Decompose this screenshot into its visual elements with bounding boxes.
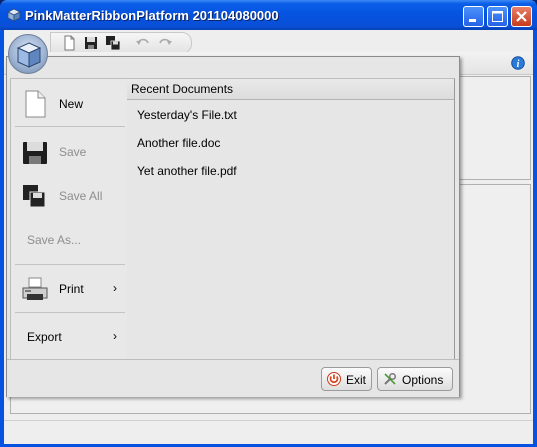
menu-item-label: Save As... (27, 233, 82, 247)
maximize-button[interactable] (487, 6, 508, 27)
ribbon-content-panel (454, 76, 531, 180)
window-title: PinkMatterRibbonPlatform 201104080000 (25, 8, 279, 23)
save-icon[interactable] (83, 35, 99, 51)
printer-icon (22, 277, 48, 300)
window-frame-right (533, 30, 537, 447)
menu-item-label: Print (59, 282, 84, 296)
exit-button[interactable]: Exit (321, 367, 372, 391)
quick-access-toolbar (50, 32, 192, 54)
maximize-icon (492, 11, 503, 22)
menu-item-save[interactable]: Save (11, 130, 127, 174)
close-icon (516, 11, 527, 22)
undo-icon[interactable] (135, 35, 151, 51)
menu-item-label: New (59, 97, 84, 111)
application-menu-footer: Exit Options (7, 359, 459, 397)
application-menu: New Save Save All Save As... Print › Exp… (6, 56, 460, 397)
recent-documents-title: Recent Documents (131, 82, 234, 96)
window-client-area: i New Save Save All Save As... Print › E… (4, 30, 533, 444)
app-cube-icon (7, 8, 21, 22)
menu-item-label: Save (59, 145, 87, 159)
options-button[interactable]: Options (377, 367, 453, 391)
options-button-label: Options (402, 373, 444, 387)
redo-icon[interactable] (157, 35, 173, 51)
menu-item-new[interactable]: New (11, 82, 127, 126)
recent-documents-header: Recent Documents (127, 79, 454, 100)
exit-button-label: Exit (346, 373, 367, 387)
save-icon (23, 142, 47, 164)
application-window: PinkMatterRibbonPlatform 201104080000 i (0, 0, 537, 447)
menu-item-save-as[interactable]: Save As... (11, 218, 127, 262)
new-document-icon[interactable] (61, 35, 77, 51)
power-icon (327, 372, 341, 386)
submenu-arrow-icon: › (113, 281, 117, 295)
menu-separator (15, 312, 125, 313)
menu-item-export[interactable]: Export › (11, 315, 127, 359)
application-menu-commands: New Save Save All Save As... Print › Exp… (10, 78, 128, 359)
menu-item-save-all[interactable]: Save All (11, 174, 127, 218)
recent-document-item[interactable]: Another file.doc (137, 136, 220, 150)
menu-item-print[interactable]: Print › (11, 267, 127, 311)
svg-text:i: i (517, 59, 520, 70)
title-bar[interactable]: PinkMatterRibbonPlatform 201104080000 (0, 0, 537, 30)
application-menu-button[interactable] (8, 34, 48, 74)
submenu-arrow-icon: › (113, 329, 117, 343)
status-bar (4, 420, 533, 444)
save-all-icon[interactable] (105, 35, 121, 51)
wrench-icon (384, 372, 397, 385)
minimize-button[interactable] (463, 6, 484, 27)
recent-documents-panel: Recent Documents Yesterday's File.txt An… (127, 78, 455, 359)
close-window-button[interactable] (511, 6, 532, 27)
new-document-icon (25, 90, 46, 118)
app-cube-icon (16, 42, 42, 68)
menu-separator (15, 264, 125, 265)
recent-document-item[interactable]: Yesterday's File.txt (137, 108, 237, 122)
minimize-icon (469, 19, 476, 22)
info-icon[interactable]: i (511, 56, 525, 70)
recent-document-item[interactable]: Yet another file.pdf (137, 164, 237, 178)
menu-item-label: Export (27, 330, 62, 344)
menu-item-label: Save All (59, 189, 103, 203)
menu-separator (15, 126, 125, 127)
save-all-icon (23, 185, 46, 208)
